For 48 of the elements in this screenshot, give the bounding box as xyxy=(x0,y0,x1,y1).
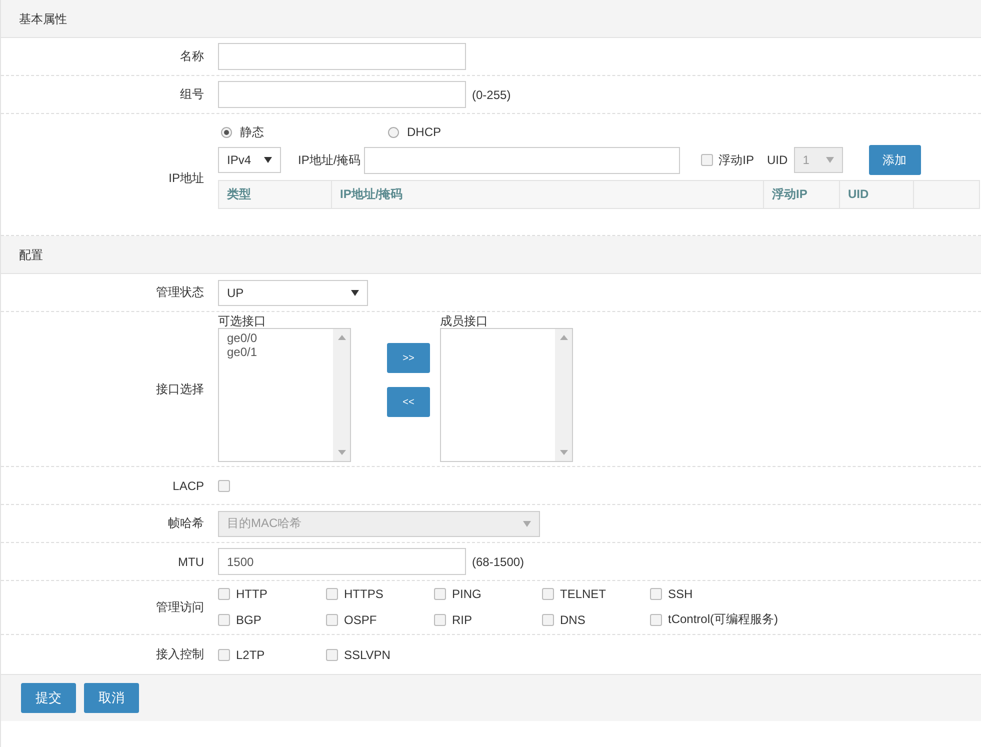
field-label: 组号 xyxy=(179,86,204,103)
checkbox-label: tControl(可编程服务) xyxy=(668,611,778,628)
column-header: 类型 xyxy=(219,181,332,208)
checkbox-label: HTTPS xyxy=(344,587,384,601)
move-right-button[interactable]: >> xyxy=(387,343,430,373)
field-label: 名称 xyxy=(179,48,204,65)
checkbox-label: SSLVPN xyxy=(344,648,390,662)
checkbox-label: PING xyxy=(452,587,482,601)
column-header: UID xyxy=(840,181,914,208)
field-label: UID xyxy=(767,153,788,167)
checkbox-label: DNS xyxy=(560,612,586,626)
radio-label: DHCP xyxy=(407,125,442,139)
range-hint: (0-255) xyxy=(472,88,511,102)
checkbox-label: BGP xyxy=(236,612,262,626)
list-box[interactable]: ge0/0 ge0/1 xyxy=(218,328,351,462)
checkbox-label: TELNET xyxy=(560,587,606,601)
section-title: 基本属性 xyxy=(1,0,981,38)
field-label: LACP xyxy=(172,478,204,492)
checkbox-label: HTTP xyxy=(236,587,268,601)
list-item[interactable]: ge0/0 xyxy=(227,331,333,345)
radio-label: 静态 xyxy=(240,124,264,140)
cancel-button[interactable]: 取消 xyxy=(84,683,139,713)
field-label: IP地址/掩码 xyxy=(298,152,361,168)
input-field[interactable]: 1500 xyxy=(218,548,466,575)
checkbox-label: RIP xyxy=(452,612,472,626)
field-label: 接入控制 xyxy=(155,646,204,663)
checkbox-label: L2TP xyxy=(236,648,265,662)
checkbox-label: SSH xyxy=(668,587,693,601)
field-label: 接口选择 xyxy=(155,380,204,398)
range-hint: (68-1500) xyxy=(472,554,524,568)
submit-button[interactable]: 提交 xyxy=(21,683,76,713)
add-button[interactable]: 添加 xyxy=(868,145,921,175)
field-label: MTU xyxy=(177,554,204,568)
dropdown[interactable]: UP xyxy=(218,280,368,306)
column-header: 浮动IP xyxy=(764,181,840,208)
list-title: 成员接口 xyxy=(440,314,489,328)
column-header: IP地址/掩码 xyxy=(332,181,764,208)
section-title: 配置 xyxy=(1,236,981,274)
field-label: IP地址 xyxy=(168,170,204,187)
field-label: 管理状态 xyxy=(155,284,204,301)
field-label: 帧哈希 xyxy=(167,515,204,532)
checkbox-label: OSPF xyxy=(344,612,377,626)
field-label: 管理访问 xyxy=(155,599,204,616)
list-title: 可选接口 xyxy=(218,314,267,328)
move-left-button[interactable]: << xyxy=(387,387,430,417)
list-item[interactable]: ge0/1 xyxy=(227,345,333,359)
dropdown[interactable]: IPv4 xyxy=(218,147,281,173)
checkbox-label: 浮动IP xyxy=(718,152,754,168)
